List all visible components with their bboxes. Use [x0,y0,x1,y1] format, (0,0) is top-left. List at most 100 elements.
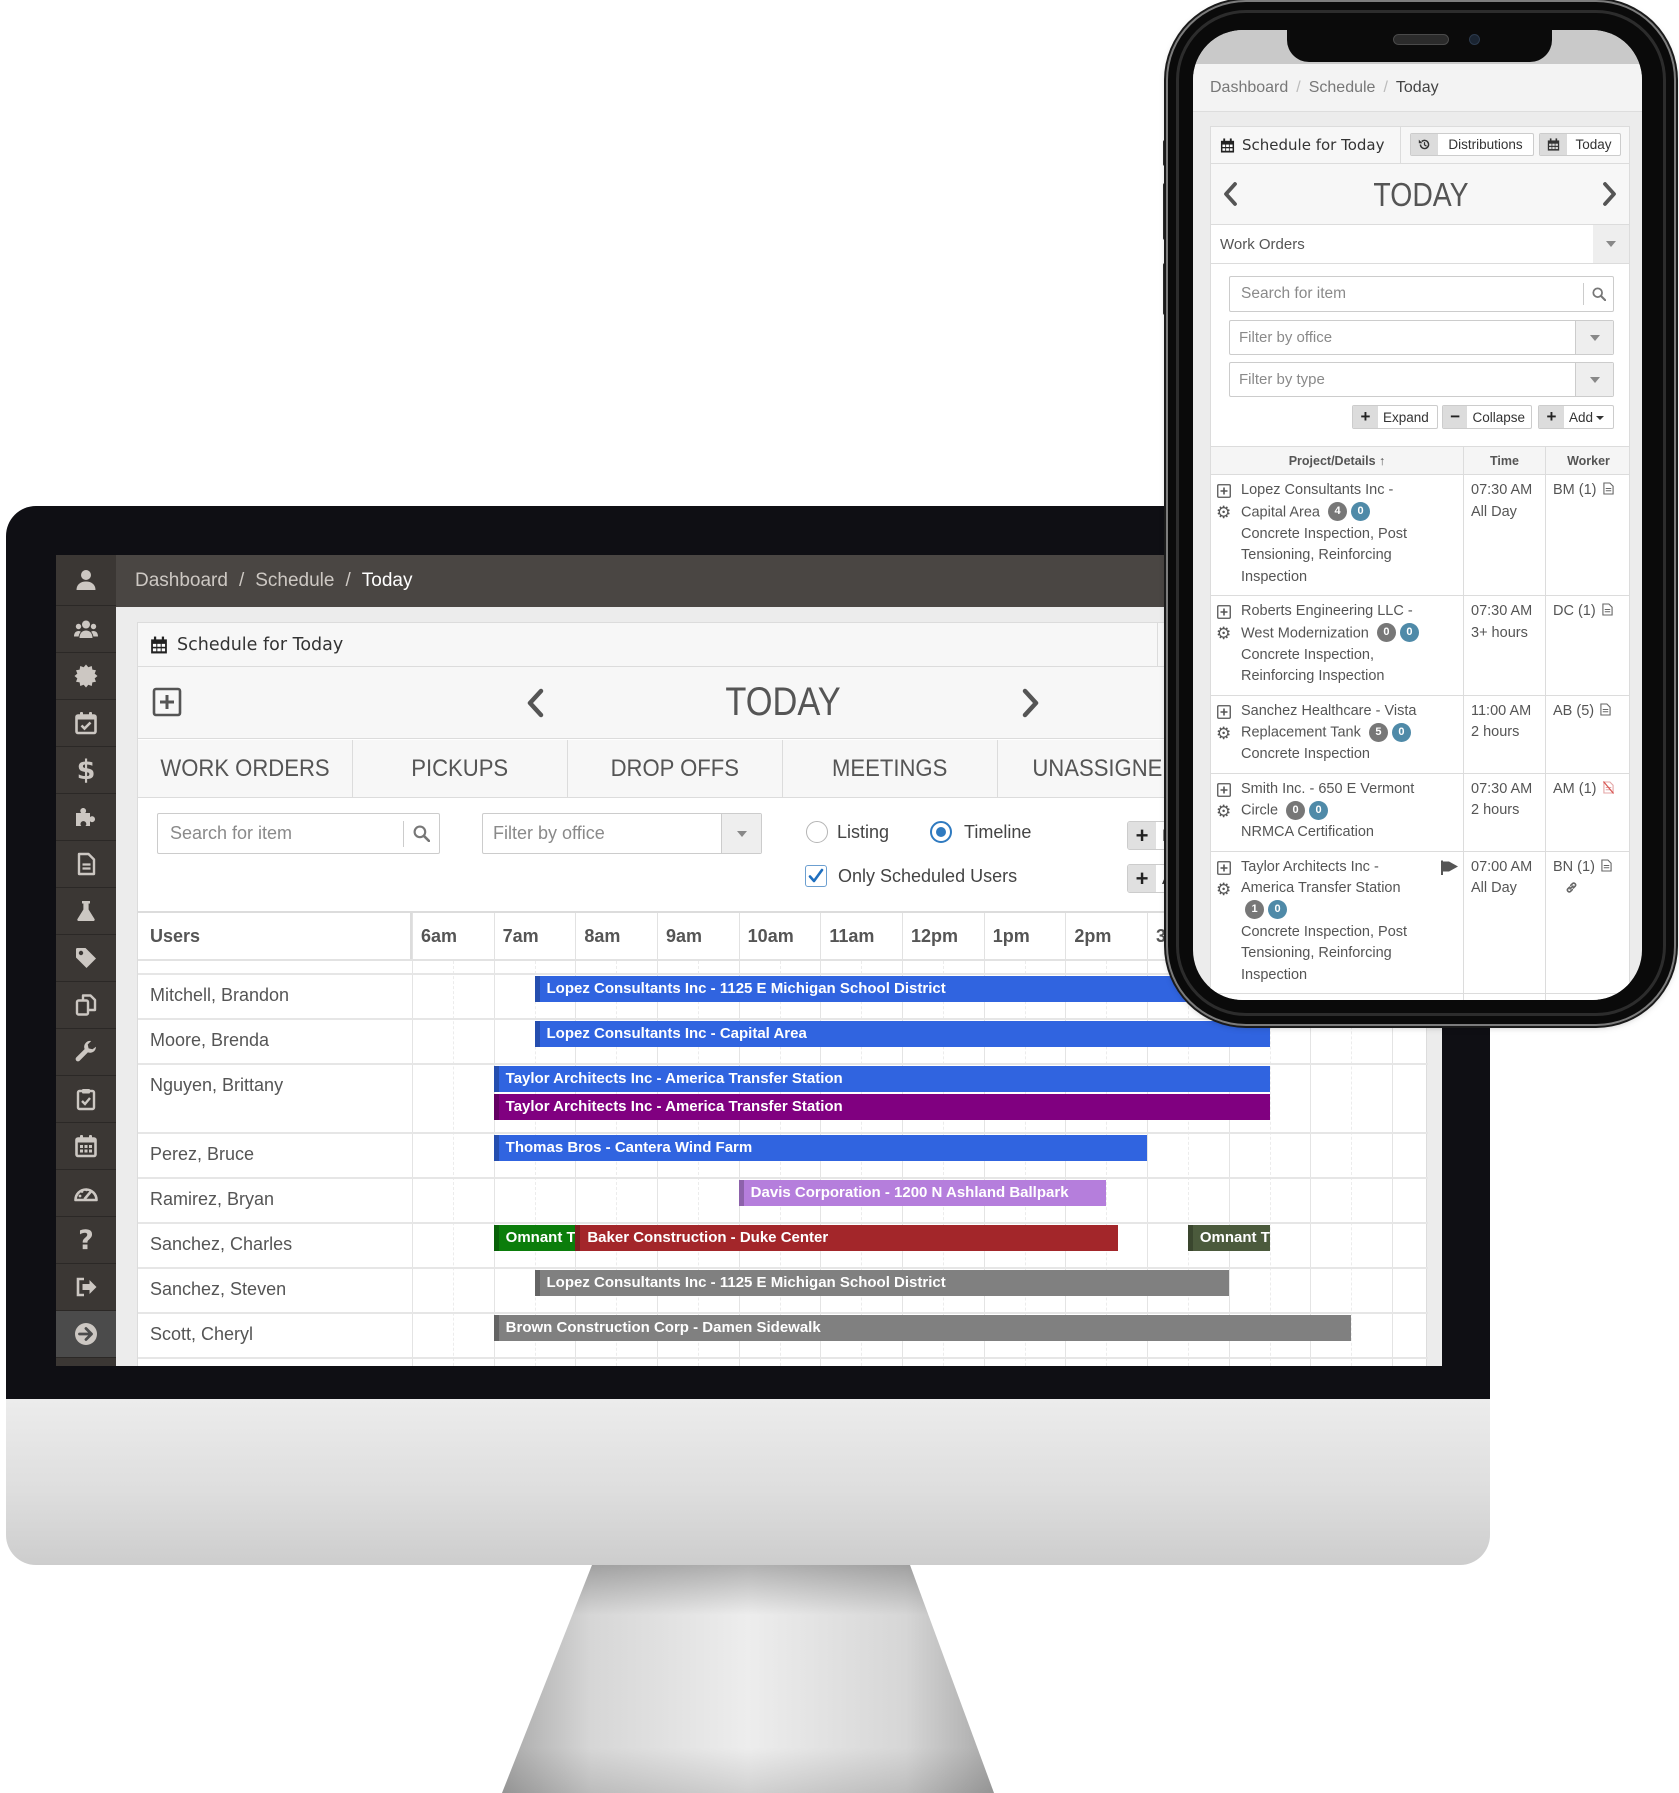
tab-drop-offs[interactable]: DROP OFFS [568,740,783,797]
gear-icon[interactable]: ⚙ [1216,724,1231,744]
sidebar-item-logout[interactable] [56,1264,116,1311]
chevron-left-icon[interactable] [524,687,546,719]
sidebar-item-calendar[interactable] [56,1123,116,1170]
dropdown-toggle[interactable] [1575,321,1613,354]
gear-icon[interactable]: ⚙ [1216,503,1231,523]
sidebar-item-certifications[interactable] [56,653,116,700]
sidebar-item-documents[interactable] [56,982,116,1029]
timeline-event-bar[interactable]: Taylor Architects Inc - America Transfer… [493,1066,1270,1092]
chevron-right-icon[interactable] [1020,687,1042,719]
type-filter-select[interactable]: Filter by type [1229,362,1614,397]
link-icon[interactable] [1565,881,1578,894]
sidebar-item-users[interactable] [56,606,116,653]
timeline-event-bar[interactable]: Thomas Bros - Cantera Wind Farm [493,1135,1148,1161]
column-header-time[interactable]: Time [1464,447,1546,474]
dropdown-toggle[interactable] [721,814,761,853]
work-order-row[interactable]: ⚙Taylor Architects Inc - 07:00 AMBN (2) [1211,994,1629,1000]
gear-icon[interactable]: ⚙ [1216,624,1231,644]
user-name[interactable]: Mitchell, Brandon [138,975,410,1018]
timeline-event-bar[interactable]: Baker Construction - Duke Center [575,1225,1119,1251]
tab-pickups[interactable]: PICKUPS [353,740,568,797]
category-select[interactable]: Work Orders [1211,225,1629,264]
user-name[interactable]: Moore, Brenda [138,1020,410,1063]
search-button[interactable] [403,820,439,847]
collapse-all-button[interactable]: − Collapse [1442,405,1532,429]
sidebar-item-integrations[interactable] [56,794,116,841]
sidebar-item-lab[interactable] [56,888,116,935]
only-scheduled-users-checkbox[interactable] [805,865,827,887]
project-title[interactable]: Lopez Consultants Inc - Capital Area [1241,482,1393,520]
breadcrumb-dashboard[interactable]: Dashboard [1210,79,1288,97]
plus-square-icon[interactable] [152,687,182,717]
file-icon[interactable] [1602,482,1614,495]
worker-initials[interactable]: DC (1) [1553,603,1596,619]
listing-radio[interactable] [806,821,828,843]
work-order-row[interactable]: ⚙ Lopez Consultants Inc - Capital Area 40… [1211,475,1629,597]
sidebar-item-equipment[interactable] [56,1029,116,1076]
file-icon[interactable] [1600,703,1611,716]
sidebar-item-tasks[interactable] [56,1076,116,1123]
worker-initials[interactable]: BN (1) [1553,859,1595,875]
today-button[interactable]: Today [1539,133,1621,156]
gear-icon[interactable]: ⚙ [1216,880,1231,900]
user-name[interactable]: Ramirez, Bryan [138,1179,410,1222]
user-name[interactable]: Nguyen, Brittany [138,1065,410,1132]
timeline-event-bar[interactable]: Brown Construction Corp - Damen Sidewalk [493,1315,1352,1341]
dropdown-toggle[interactable] [1575,363,1613,396]
listing-radio-label[interactable]: Listing [837,821,889,843]
plus-square-icon[interactable] [1217,860,1231,875]
work-order-row[interactable]: ⚙ Smith Inc. - 650 E Vermont Circle 0 0 NRM… [1211,773,1629,852]
sidebar-item-profile[interactable] [56,555,116,606]
timeline-event-bar[interactable]: Taylor Architects Inc - America Transfer… [493,1094,1270,1120]
sidebar-item-dashboard[interactable] [56,1170,116,1217]
user-name[interactable]: Perez, Bruce [138,1134,410,1177]
dropdown-toggle[interactable] [1593,225,1629,263]
project-title[interactable]: Taylor Architects Inc - America Transfer… [1241,859,1401,897]
user-name[interactable]: Sanchez, Steven [138,1269,410,1312]
gear-icon[interactable]: ⚙ [1216,802,1231,822]
column-header-project[interactable]: Project/Details ↑ [1211,447,1464,474]
breadcrumb-dashboard[interactable]: Dashboard [135,570,228,592]
sidebar-expand-toggle[interactable] [56,1311,116,1358]
work-order-row[interactable]: ⚙ Roberts Engineering LLC - West Moderniz… [1211,596,1629,696]
timeline-event-bar[interactable]: Davis Corporation - 1200 N Ashland Ballp… [738,1180,1107,1206]
user-name[interactable]: Sanchez, Charles [138,1224,410,1267]
plus-square-icon[interactable] [1217,484,1231,498]
search-input[interactable] [1230,277,1583,311]
sidebar-item-help[interactable]: ? [56,1217,116,1264]
expand-all-button[interactable]: + Expand [1352,405,1438,429]
office-filter-select[interactable]: Filter by office [1229,320,1614,355]
breadcrumb-schedule[interactable]: Schedule [1309,79,1376,97]
sidebar-item-schedule[interactable] [56,700,116,747]
distributions-button[interactable]: Distributions [1410,133,1534,156]
breadcrumb-schedule[interactable]: Schedule [255,570,334,592]
timeline-event-bar[interactable]: Omnant T [493,1225,576,1251]
plus-square-icon[interactable] [1217,605,1231,619]
search-input[interactable] [158,814,403,853]
timeline-event-bar[interactable]: Omnant T [1187,1225,1270,1251]
file-icon[interactable] [1602,603,1613,616]
work-order-row[interactable]: ⚙ Sanchez Healthcare - Vista Replacement … [1211,695,1629,774]
timeline-radio-label[interactable]: Timeline [964,821,1031,843]
tab-work-orders[interactable]: WORK ORDERS [138,740,353,797]
timeline-radio[interactable] [930,821,952,843]
work-order-row[interactable]: ⚙ Taylor Architects Inc - America Transfe… [1211,851,1629,995]
file-slash-icon[interactable] [1602,780,1614,794]
worker-initials[interactable]: BM (1) [1553,482,1597,498]
timeline-event-bar[interactable]: Lopez Consultants Inc - 1125 E Michigan … [534,1270,1229,1296]
chevron-right-icon[interactable] [1602,181,1618,207]
add-dropdown-button[interactable]: + Add [1538,405,1614,429]
plus-square-icon[interactable] [1217,782,1231,797]
file-icon[interactable] [1601,859,1612,872]
sidebar-item-tags[interactable] [56,935,116,982]
chevron-left-icon[interactable] [1222,181,1238,207]
worker-initials[interactable]: AM (1) [1553,781,1597,797]
office-filter-select[interactable]: Filter by office [482,813,762,854]
tab-meetings[interactable]: MEETINGS [783,740,998,797]
sidebar-item-reports[interactable] [56,841,116,888]
user-name[interactable]: Scott, Cheryl [138,1314,410,1357]
column-header-worker[interactable]: Worker [1546,447,1631,474]
plus-square-icon[interactable] [1217,704,1231,719]
search-button[interactable] [1583,283,1613,305]
only-scheduled-users-label[interactable]: Only Scheduled Users [838,865,1017,887]
